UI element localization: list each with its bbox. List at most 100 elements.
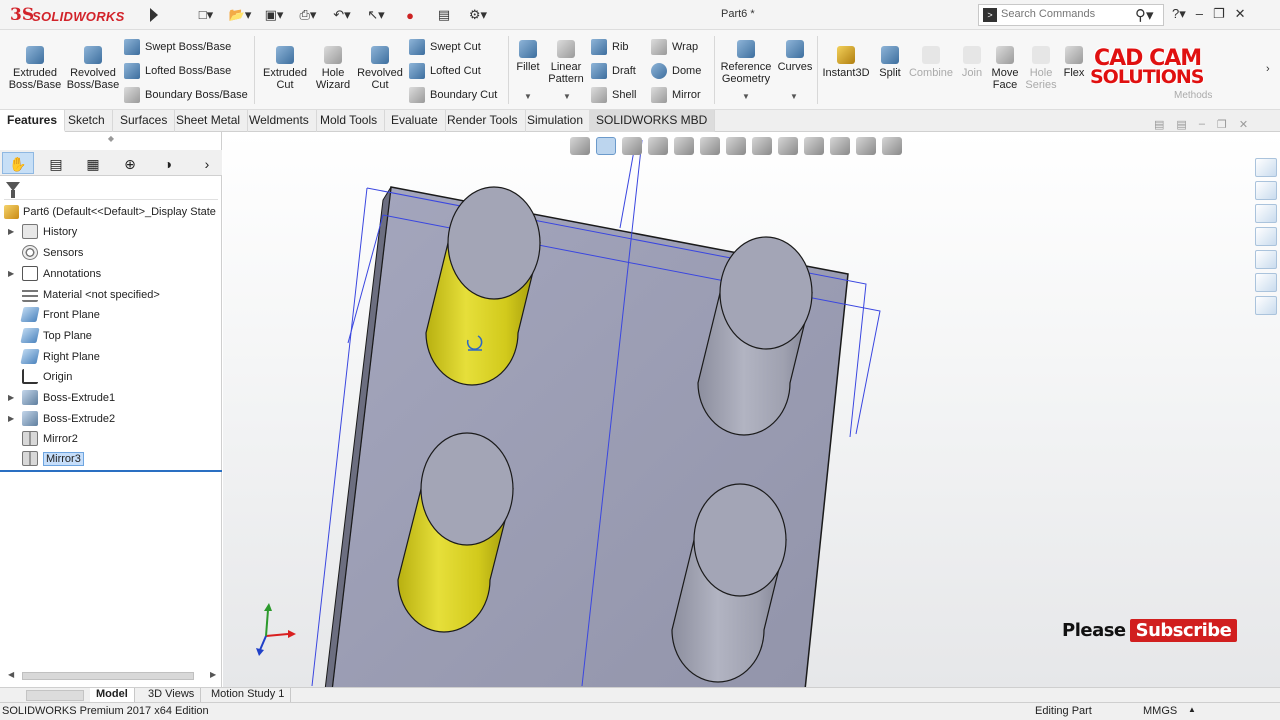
- tab-surfaces[interactable]: Surfaces: [113, 110, 176, 132]
- view-palette-icon[interactable]: [1255, 227, 1277, 246]
- tree-item-top-plane[interactable]: Top Plane: [8, 326, 92, 345]
- move-face-button[interactable]: Move Face: [988, 46, 1022, 91]
- file-explorer-icon[interactable]: [1255, 204, 1277, 223]
- minimize-icon[interactable]: –: [1196, 6, 1203, 22]
- reference-geometry-dropdown-icon[interactable]: ▼: [742, 92, 750, 101]
- tab-simulation[interactable]: Simulation: [520, 110, 592, 132]
- expand-arrow-icon[interactable]: ▶: [8, 393, 18, 402]
- select-pointer-icon[interactable]: ↖▾: [362, 5, 390, 25]
- wrap-button[interactable]: Wrap: [651, 38, 698, 56]
- scroll-right-icon[interactable]: ▶: [210, 670, 216, 679]
- shell-button[interactable]: Shell: [591, 86, 636, 104]
- edit-appearance-icon[interactable]: [830, 137, 850, 155]
- rotate-view-icon[interactable]: [596, 137, 616, 155]
- split-button[interactable]: Split: [874, 46, 906, 79]
- expand-arrow-icon[interactable]: ▶: [8, 269, 18, 278]
- graphics-area[interactable]: [223, 132, 1280, 687]
- tree-root-part[interactable]: Part6 (Default<<Default>_Display State: [4, 205, 220, 219]
- tree-item-mirror3[interactable]: Mirror3: [8, 449, 84, 468]
- tree-filter[interactable]: [4, 180, 218, 200]
- extruded-cut-button[interactable]: Extruded Cut: [258, 46, 312, 91]
- tab-features[interactable]: Features: [0, 110, 66, 132]
- section-view-icon[interactable]: [700, 137, 720, 155]
- search-commands-input[interactable]: [1001, 8, 1121, 20]
- fillet-button[interactable]: Fillet: [512, 40, 544, 73]
- close-icon[interactable]: ✕: [1235, 6, 1246, 22]
- ribbon-more-chevron-icon[interactable]: ›: [1266, 63, 1270, 75]
- rebuild-icon[interactable]: ●: [396, 5, 424, 25]
- unit-dropdown-icon[interactable]: ▲: [1188, 705, 1196, 714]
- rib-button[interactable]: Rib: [591, 38, 629, 56]
- forum-icon[interactable]: [1255, 296, 1277, 315]
- swept-boss-button[interactable]: Swept Boss/Base: [124, 38, 231, 56]
- tab-evaluate[interactable]: Evaluate: [384, 110, 446, 132]
- tile-right-icon[interactable]: ▤: [1176, 118, 1186, 131]
- print-icon[interactable]: ⎙▾: [294, 5, 322, 25]
- tab-render-tools[interactable]: Render Tools: [440, 110, 526, 132]
- menu-expand-arrow-icon[interactable]: [150, 8, 158, 22]
- fillet-dropdown-icon[interactable]: ▼: [524, 92, 532, 101]
- dimxpert-manager-icon[interactable]: ⊕: [114, 152, 146, 174]
- dynamic-annotation-icon[interactable]: [726, 137, 746, 155]
- view-orientation-icon[interactable]: [752, 137, 772, 155]
- doc-close-icon[interactable]: ✕: [1239, 118, 1248, 131]
- tree-item-annotations[interactable]: ▶ Annotations: [8, 264, 101, 283]
- lofted-boss-button[interactable]: Lofted Boss/Base: [124, 62, 231, 80]
- tree-item-history[interactable]: ▶ History: [8, 222, 77, 241]
- tree-item-mirror2[interactable]: Mirror2: [8, 429, 78, 448]
- solidworks-resources-icon[interactable]: [1255, 158, 1277, 177]
- tab-motion-study-1[interactable]: Motion Study 1: [205, 688, 292, 702]
- apply-scene-icon[interactable]: [856, 137, 876, 155]
- tree-horizontal-scrollbar[interactable]: ◀ ▶: [4, 669, 218, 683]
- tree-item-boss-extrude2[interactable]: ▶ Boss-Extrude2: [8, 409, 115, 428]
- display-manager-icon[interactable]: ◑: [152, 152, 184, 174]
- options-gear-icon[interactable]: ⚙▾: [464, 5, 492, 25]
- hide-show-items-icon[interactable]: [804, 137, 824, 155]
- tab-weldments[interactable]: Weldments: [242, 110, 317, 132]
- feature-manager-tree-icon[interactable]: ✋: [2, 152, 34, 174]
- lofted-cut-button[interactable]: Lofted Cut: [409, 62, 481, 80]
- tree-item-material[interactable]: Material <not specified>: [8, 285, 160, 304]
- zoom-to-fit-icon[interactable]: [570, 137, 590, 155]
- tree-item-front-plane[interactable]: Front Plane: [8, 305, 100, 324]
- revolved-boss-button[interactable]: Revolved Boss/Base: [66, 46, 120, 91]
- expand-arrow-icon[interactable]: ▶: [8, 414, 18, 423]
- draft-button[interactable]: Draft: [591, 62, 636, 80]
- custom-properties-icon[interactable]: [1255, 273, 1277, 292]
- tab-3d-views[interactable]: 3D Views: [142, 688, 202, 702]
- help-icon[interactable]: ?▾: [1172, 6, 1186, 22]
- reference-geometry-button[interactable]: Reference Geometry: [718, 40, 774, 85]
- dome-button[interactable]: Dome: [651, 62, 701, 80]
- tab-sheet-metal[interactable]: Sheet Metal: [169, 110, 249, 132]
- tab-navigation-arrows[interactable]: [26, 690, 84, 701]
- curves-button[interactable]: Curves: [776, 40, 814, 73]
- instant3d-button[interactable]: Instant3D: [820, 46, 872, 79]
- file-properties-icon[interactable]: ▤: [430, 5, 458, 25]
- doc-minimize-icon[interactable]: –: [1199, 118, 1205, 131]
- zoom-in-out-icon[interactable]: [648, 137, 668, 155]
- tree-item-origin[interactable]: Origin: [8, 367, 72, 386]
- panel-more-arrow-icon[interactable]: ›: [196, 152, 218, 174]
- tree-item-boss-extrude1[interactable]: ▶ Boss-Extrude1: [8, 388, 115, 407]
- restore-icon[interactable]: ❐: [1213, 6, 1225, 22]
- panel-collapse-handle-icon[interactable]: ◆: [106, 134, 116, 143]
- tree-item-sensors[interactable]: Sensors: [8, 243, 83, 262]
- flex-button[interactable]: Flex: [1062, 46, 1086, 79]
- doc-restore-icon[interactable]: ❐: [1217, 118, 1227, 131]
- tab-model[interactable]: Model: [90, 688, 135, 702]
- boundary-cut-button[interactable]: Boundary Cut: [409, 86, 497, 104]
- hole-wizard-button[interactable]: Hole Wizard: [308, 46, 358, 91]
- expand-arrow-icon[interactable]: ▶: [8, 227, 18, 236]
- model-view[interactable]: [223, 132, 1280, 687]
- mirror-button[interactable]: Mirror: [651, 86, 701, 104]
- tab-sketch[interactable]: Sketch: [61, 110, 113, 132]
- revolved-cut-button[interactable]: Revolved Cut: [356, 46, 404, 91]
- property-manager-icon[interactable]: ▤: [40, 152, 72, 174]
- tile-left-icon[interactable]: ▤: [1154, 118, 1164, 131]
- curves-dropdown-icon[interactable]: ▼: [790, 92, 798, 101]
- zoom-to-area-icon[interactable]: [622, 137, 642, 155]
- hole-series-button[interactable]: Hole Series: [1024, 46, 1058, 91]
- boundary-boss-button[interactable]: Boundary Boss/Base: [124, 86, 248, 104]
- linear-pattern-button[interactable]: Linear Pattern: [546, 40, 586, 85]
- tab-solidworks-mbd[interactable]: SOLIDWORKS MBD: [589, 110, 716, 132]
